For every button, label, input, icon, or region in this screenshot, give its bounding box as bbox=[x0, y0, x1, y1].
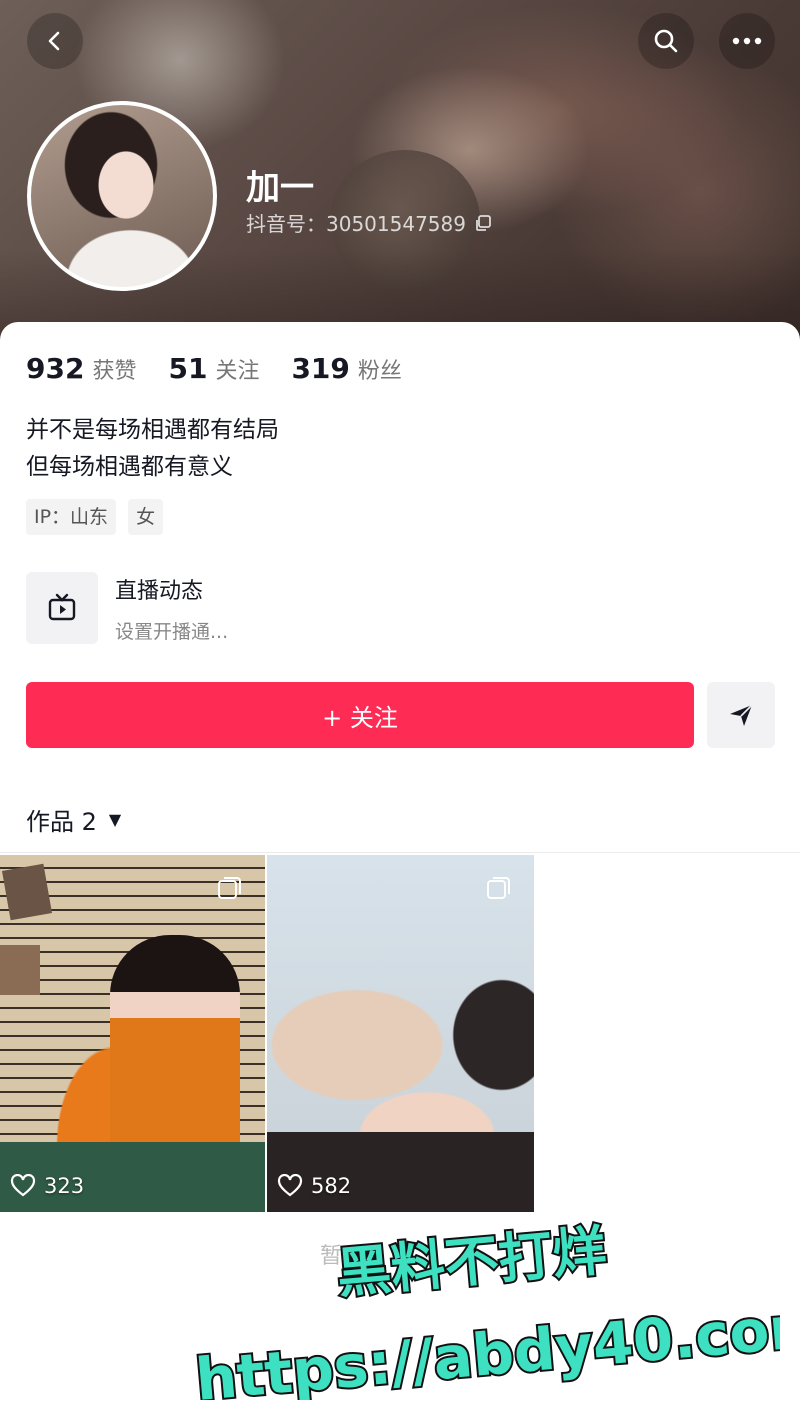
avatar[interactable] bbox=[27, 101, 217, 291]
more-icon bbox=[732, 37, 762, 45]
copy-icon[interactable] bbox=[474, 214, 492, 232]
bio: 并不是每场相遇都有结局 但每场相遇都有意义 bbox=[26, 412, 279, 486]
multi-image-icon bbox=[218, 877, 241, 899]
divider bbox=[0, 852, 800, 853]
works-tab-label: 作品 2 bbox=[26, 808, 97, 836]
multi-image-icon bbox=[487, 877, 510, 899]
watermark-line-2: https://abdy40.com bbox=[193, 1291, 780, 1400]
like-count: 323 bbox=[10, 1174, 84, 1198]
watermark-line-1: 黑料不打烊 bbox=[334, 1219, 608, 1305]
live-icon-box bbox=[26, 572, 98, 644]
follow-button[interactable]: + 关注 bbox=[26, 682, 694, 748]
heart-icon bbox=[10, 1174, 36, 1197]
like-count-text: 582 bbox=[311, 1174, 352, 1198]
heart-icon bbox=[277, 1174, 303, 1197]
stat-value: 319 bbox=[291, 352, 350, 385]
video-thumbnail[interactable]: 323 bbox=[0, 855, 265, 1212]
live-title: 直播动态 bbox=[115, 578, 204, 604]
profile-name: 加一 bbox=[246, 168, 314, 208]
bio-line: 并不是每场相遇都有结局 bbox=[26, 417, 279, 443]
stat-label: 粉丝 bbox=[357, 359, 402, 384]
stat-following[interactable]: 51 关注 bbox=[168, 352, 259, 385]
stat-likes[interactable]: 932 获赞 bbox=[26, 352, 136, 385]
send-icon bbox=[730, 704, 753, 726]
bio-line: 但每场相遇都有意义 bbox=[26, 454, 233, 480]
search-icon bbox=[654, 29, 678, 53]
live-text: 直播动态 设置开播通... bbox=[115, 573, 228, 644]
live-subtitle: 设置开播通... bbox=[115, 620, 229, 643]
watermark-overlay: 黑料不打烊 https://abdy40.com bbox=[191, 1217, 780, 1400]
douyin-id-row[interactable]: 抖音号：30501547589 bbox=[246, 208, 492, 237]
gender-tag: 女 bbox=[128, 499, 164, 535]
profile-tags: IP：山东 女 bbox=[26, 499, 164, 535]
share-button[interactable] bbox=[707, 682, 775, 748]
stat-label: 获赞 bbox=[92, 359, 137, 384]
stat-value: 932 bbox=[26, 352, 85, 385]
like-count: 582 bbox=[277, 1174, 351, 1198]
like-count-text: 323 bbox=[44, 1174, 85, 1198]
ip-tag: IP：山东 bbox=[26, 499, 117, 535]
tv-icon bbox=[48, 593, 76, 621]
more-button[interactable] bbox=[719, 13, 775, 69]
back-button[interactable] bbox=[27, 13, 83, 69]
stats-row: 932 获赞 51 关注 319 粉丝 bbox=[26, 352, 434, 385]
tab-works[interactable]: 作品 2 ▼ bbox=[26, 802, 121, 837]
video-thumbnail[interactable]: 582 bbox=[267, 855, 534, 1212]
stat-followers[interactable]: 319 粉丝 bbox=[291, 352, 401, 385]
live-updates-entry[interactable]: 直播动态 设置开播通... bbox=[26, 572, 228, 644]
douyin-id-text: 抖音号：30501547589 bbox=[246, 212, 466, 236]
thumbnail-decoration bbox=[1, 863, 53, 921]
back-icon bbox=[48, 31, 60, 51]
stat-label: 关注 bbox=[215, 359, 260, 384]
thumbnail-decoration bbox=[0, 945, 40, 995]
stat-value: 51 bbox=[168, 352, 208, 385]
search-button[interactable] bbox=[638, 13, 694, 69]
caret-down-icon: ▼ bbox=[108, 810, 122, 829]
